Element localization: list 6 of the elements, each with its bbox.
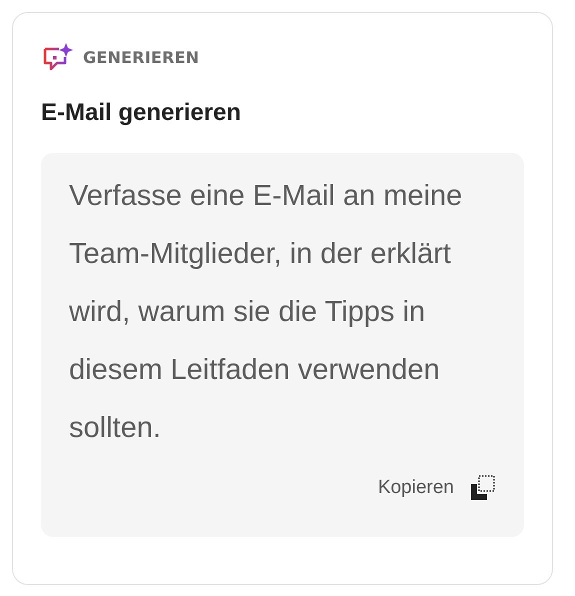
prompt-text: Verfasse eine E-Mail an meine Team-Mitglieder, in der erklärt wird, warum sie die Tipps in diesem Leitfaden verwenden sollten.	[69, 179, 464, 446]
copy-icon	[470, 475, 496, 501]
category-label: GENERIEREN	[83, 48, 200, 66]
card-title: E-Mail generieren	[41, 99, 242, 127]
sparkle-chat-icon	[41, 41, 75, 73]
copy-button[interactable]: Kopieren	[378, 475, 496, 501]
